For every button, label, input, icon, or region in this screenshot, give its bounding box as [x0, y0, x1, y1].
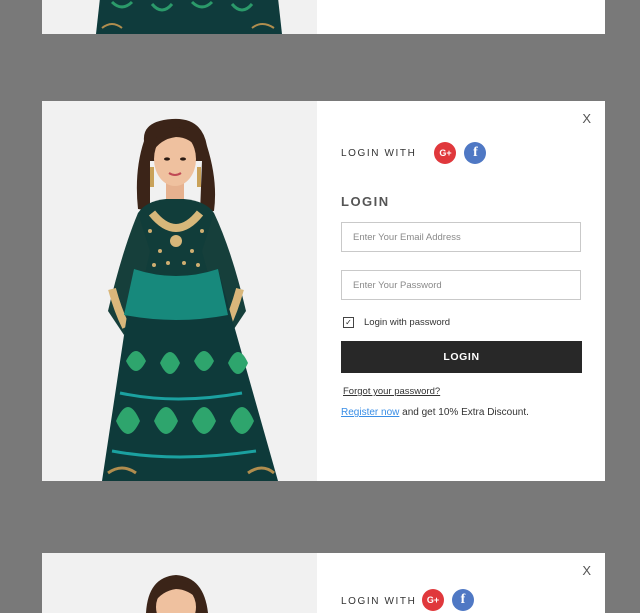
google-plus-icon[interactable]: G+: [434, 142, 457, 164]
product-image: [42, 0, 317, 34]
forgot-password-link[interactable]: Forgot your password?: [343, 386, 440, 397]
model-dress-illustration: [102, 118, 278, 481]
checkbox-label: Login with password: [364, 317, 451, 328]
product-image: [42, 101, 317, 481]
login-form-panel: X LOGIN WITH G+ f LOGIN ✓ Login with pas…: [317, 101, 605, 481]
close-button[interactable]: X: [582, 563, 591, 578]
register-row: Register now and get 10% Extra Discount.: [341, 407, 529, 418]
email-field[interactable]: [341, 222, 581, 252]
login-with-password-checkbox[interactable]: ✓: [343, 317, 354, 328]
register-link[interactable]: Register now: [341, 407, 399, 418]
password-field[interactable]: [341, 270, 581, 300]
facebook-icon[interactable]: f: [452, 589, 474, 611]
close-button[interactable]: X: [582, 111, 591, 126]
login-button[interactable]: LOGIN: [341, 341, 582, 373]
product-image: [42, 553, 317, 613]
previous-modal-card: [42, 0, 605, 34]
dress-hem-illustration: [96, 0, 282, 34]
login-with-password-option: ✓ Login with password: [343, 317, 450, 328]
social-login-row: LOGIN WITH G+ f: [341, 141, 494, 165]
google-plus-icon[interactable]: G+: [422, 589, 444, 611]
login-with-label: LOGIN WITH: [341, 147, 417, 159]
login-with-label: LOGIN WITH: [341, 596, 417, 607]
register-offer-text: and get 10% Extra Discount.: [399, 407, 529, 418]
facebook-icon[interactable]: f: [464, 142, 487, 164]
login-modal: X LOGIN WITH G+ f LOGIN ✓ Login with pas…: [42, 101, 605, 481]
model-head-illustration: [146, 575, 208, 613]
login-title: LOGIN: [341, 194, 390, 209]
next-modal-card: X LOGIN WITH G+ f: [42, 553, 605, 613]
